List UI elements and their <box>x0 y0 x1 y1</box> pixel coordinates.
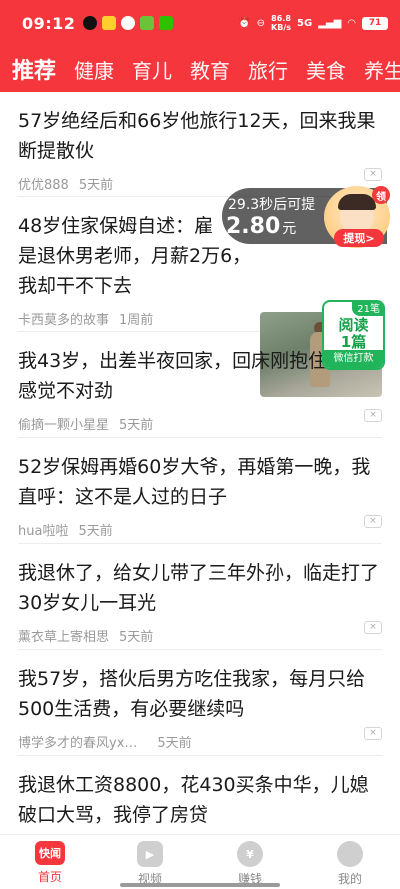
dnd-icon: ⊖ <box>256 17 266 29</box>
article-title[interactable]: 我退休工资8800，花430买条中华，儿媳破口大骂，我停了房贷 <box>18 770 382 830</box>
tab-parenting[interactable]: 育儿 <box>132 55 172 84</box>
profile-icon <box>337 841 363 867</box>
notification-icons <box>83 16 174 30</box>
author: 薰衣草上寄相思 <box>18 629 110 645</box>
claim-badge[interactable]: 领 <box>372 186 390 204</box>
countdown-text: 29.3秒后可提 <box>228 197 316 213</box>
category-tabs: 推荐 健康 育儿 教育 旅行 美食 养生 <box>0 46 400 92</box>
tab-wellness[interactable]: 养生 <box>364 55 400 84</box>
nav-me[interactable]: 我的 <box>300 835 400 889</box>
signal-icon: ▂▄▆ <box>318 17 342 29</box>
list-item[interactable]: 我退休工资8800，花430买条中华，儿媳破口大骂，我停了房贷 <box>18 756 382 834</box>
wechat-pay-label: 微信打款 <box>324 350 383 368</box>
article-meta: 薰衣草上寄相思 5天前 <box>18 626 382 645</box>
author: 优优888 <box>18 177 69 193</box>
home-indicator[interactable] <box>120 883 280 887</box>
article-title[interactable]: 我57岁，搭伙后男方吃住我家，每月只给500生活费，有必要继续吗 <box>18 664 382 724</box>
article-title[interactable]: 52岁保姆再婚60岁大爷，再婚第一晚，我直呼：这不是人过的日子 <box>18 452 382 512</box>
net-speed: 86.8 KB/s <box>271 14 292 32</box>
dismiss-button[interactable]: × <box>364 727 382 740</box>
play-icon: ▶ <box>137 841 163 867</box>
list-item[interactable]: 我退休了，给女儿带了三年外孙，临走打了30岁女儿一耳光 薰衣草上寄相思 5天前 … <box>18 544 382 650</box>
publish-time: 5天前 <box>78 177 114 193</box>
list-item[interactable]: 我57岁，搭伙后男方吃住我家，每月只给500生活费，有必要继续吗 博学多才的春风… <box>18 650 382 756</box>
app-icon-yellow <box>102 16 117 30</box>
publish-time: 5天前 <box>119 629 154 645</box>
dismiss-button[interactable]: × <box>364 168 382 181</box>
tab-food[interactable]: 美食 <box>306 55 346 84</box>
bottom-nav: 快闻 首页 ▶ 视频 ¥ 赚钱 我的 <box>0 834 400 889</box>
dismiss-button[interactable]: × <box>364 409 382 422</box>
list-item[interactable]: 57岁绝经后和66岁他旅行12天，回来我果断提散伙 优优888 5天前 × <box>18 92 382 197</box>
author: 卡西莫多的故事 <box>18 312 110 328</box>
battery-icon: 71 <box>362 16 388 30</box>
clock: 09:12 <box>22 13 76 33</box>
read-count: 1篇 <box>340 333 367 351</box>
author: 博学多才的春风yx… <box>18 735 138 751</box>
tab-education[interactable]: 教育 <box>190 55 230 84</box>
list-item[interactable]: 52岁保姆再婚60岁大爷，再婚第一晚，我直呼：这不是人过的日子 hua啦啦 5天… <box>18 438 382 544</box>
article-title[interactable]: 57岁绝经后和66岁他旅行12天，回来我果断提散伙 <box>18 106 382 166</box>
read-task-card[interactable]: 21笔 阅读 1篇 微信打款 <box>322 300 385 370</box>
app-icon-green <box>140 16 155 30</box>
dismiss-button[interactable]: × <box>364 515 382 528</box>
nav-video[interactable]: ▶ 视频 <box>100 835 200 889</box>
author: 偷摘一颗小星星 <box>18 417 110 433</box>
nav-label: 我的 <box>337 872 362 886</box>
article-title[interactable]: 48岁住家保姆自述：雇 是退休男老师，月薪2万6， 我却干不下去 <box>18 211 253 301</box>
nav-home[interactable]: 快闻 首页 <box>0 835 100 889</box>
wifi-icon: ◠ <box>347 17 356 29</box>
qq-icon <box>83 16 98 30</box>
article-meta: hua啦啦 5天前 <box>18 520 382 539</box>
publish-time: 5天前 <box>119 417 154 433</box>
status-bar: 09:12 ⏰ ⊖ 86.8 KB/s 5G ▂▄▆ ◠ 71 <box>0 0 400 46</box>
wechat-icon <box>159 16 174 30</box>
reward-amount: 2.80 元 <box>226 214 297 239</box>
money-bag-icon: ¥ <box>237 841 263 867</box>
alarm-icon: ⏰ <box>238 17 251 29</box>
system-indicators: ⏰ ⊖ 86.8 KB/s 5G ▂▄▆ ◠ 71 <box>238 14 388 32</box>
dismiss-button[interactable]: × <box>364 621 382 634</box>
withdraw-button[interactable]: 提现> <box>334 229 384 247</box>
publish-time: 5天前 <box>157 735 192 751</box>
home-icon: 快闻 <box>35 841 65 865</box>
publish-time: 1周前 <box>119 312 154 328</box>
signal-label: 5G <box>297 17 313 29</box>
nav-label: 首页 <box>37 870 62 884</box>
publish-time: 5天前 <box>78 523 113 539</box>
weibo-icon <box>121 16 136 30</box>
article-meta: 偷摘一颗小星星 5天前 <box>18 414 382 433</box>
nav-earn[interactable]: ¥ 赚钱 <box>200 835 300 889</box>
tab-travel[interactable]: 旅行 <box>248 55 288 84</box>
author: hua啦啦 <box>18 523 69 539</box>
article-title[interactable]: 我退休了，给女儿带了三年外孙，临走打了30岁女儿一耳光 <box>18 558 382 618</box>
tab-health[interactable]: 健康 <box>74 55 114 84</box>
article-meta: 博学多才的春风yx… 5天前 <box>18 732 382 751</box>
tab-recommend[interactable]: 推荐 <box>12 53 56 85</box>
